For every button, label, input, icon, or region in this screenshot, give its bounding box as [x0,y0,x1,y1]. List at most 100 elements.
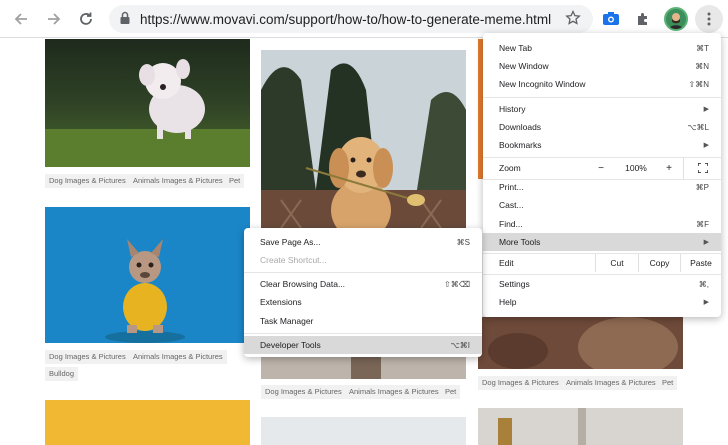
submenu-item-developer-tools[interactable]: Developer Tools ⌥⌘I [244,336,482,354]
menu-item-label: Task Manager [260,316,314,326]
edit-cut-button[interactable]: Cut [595,254,638,272]
menu-item-new-tab[interactable]: New Tab ⌘T [483,39,721,57]
menu-item-edit: Edit Cut Copy Paste [483,254,721,272]
zoom-level: 100% [625,163,647,173]
menu-item-more-tools[interactable]: More Tools ▶ [483,233,721,251]
submenu-arrow-icon: ▶ [703,239,709,246]
submenu-item-extensions[interactable]: Extensions [244,293,482,311]
photo-golden-retriever[interactable] [261,50,466,228]
three-dots-vertical-icon [707,12,711,26]
chrome-main-menu: New Tab ⌘T New Window ⌘N New Incognito W… [483,33,721,317]
chrome-menu-button[interactable] [695,5,723,33]
submenu-arrow-icon: ▶ [703,299,709,306]
menu-item-zoom: Zoom − 100% + [483,157,721,179]
submenu-item-clear-browsing-data[interactable]: Clear Browsing Data... ⇧⌘⌫ [244,275,482,293]
photo-tag[interactable]: Pet [225,174,245,188]
menu-item-settings[interactable]: Settings ⌘, [483,275,721,293]
submenu-arrow-icon: ▶ [703,106,709,113]
menu-item-history[interactable]: History ▶ [483,100,721,118]
menu-item-downloads[interactable]: Downloads ⌥⌘L [483,118,721,136]
photo-room-partial[interactable] [478,408,683,445]
photo-tag[interactable]: Animals Images & Pictures [345,385,443,399]
edit-paste-button[interactable]: Paste [680,254,721,272]
address-bar[interactable]: https://www.movavi.com/support/how-to/ho… [109,5,593,33]
menu-item-label: Find... [499,219,523,229]
photo-light-partial[interactable] [261,417,466,445]
menu-shortcut: ⌘T [696,43,709,53]
camera-extension-icon[interactable] [600,8,622,30]
menu-item-label: Developer Tools [260,340,321,350]
photo-tag[interactable]: Bulldog [45,367,79,381]
menu-item-label: Print... [499,182,524,192]
photo-tag[interactable]: Animals Images & Pictures [562,376,660,390]
back-button[interactable] [9,7,33,31]
photo-tag[interactable]: Pet [658,376,678,390]
menu-shortcut: ⌥⌘I [450,340,470,350]
menu-item-label: Clear Browsing Data... [260,279,346,289]
menu-item-label: New Incognito Window [499,79,586,89]
submenu-arrow-icon: ▶ [703,142,709,149]
photo-dog-partial[interactable] [261,357,466,379]
fullscreen-icon [697,163,708,173]
url-text: https://www.movavi.com/support/how-to/ho… [140,12,552,27]
menu-shortcut: ⌘P [695,182,709,192]
photo-white-poodle[interactable] [45,39,250,167]
bookmark-star-icon[interactable] [565,9,581,31]
menu-shortcut: ⌘S [456,237,470,247]
lock-icon [119,11,131,30]
menu-item-print[interactable]: Print... ⌘P [483,178,721,196]
menu-item-label: New Window [499,61,549,71]
menu-item-label: Zoom [499,163,521,173]
reload-icon [80,12,92,25]
zoom-controls: − 100% + [585,157,721,179]
menu-shortcut: ⌘, [698,279,709,289]
menu-item-label: Save Page As... [260,237,321,247]
photo-tag[interactable]: Animals Images & Pictures [129,350,227,364]
forward-arrow-icon [48,13,61,25]
menu-shortcut: ⇧⌘⌫ [443,279,470,289]
photo-french-bulldog[interactable] [45,207,250,343]
menu-item-label: Cast... [499,200,524,210]
back-arrow-icon [14,13,27,25]
photo-tag[interactable]: Dog Images & Pictures [261,385,346,399]
menu-item-label: Settings [499,279,530,289]
menu-item-label: Help [499,297,517,307]
menu-separator [244,272,482,273]
zoom-out-button[interactable]: − [585,163,617,174]
submenu-item-create-shortcut: Create Shortcut... [244,251,482,269]
menu-item-new-incognito-window[interactable]: New Incognito Window ⇧⌘N [483,75,721,93]
photo-tag[interactable]: Dog Images & Pictures [45,174,130,188]
submenu-item-task-manager[interactable]: Task Manager [244,312,482,330]
reload-button[interactable] [74,7,98,31]
menu-item-label: More Tools [499,237,541,247]
profile-avatar[interactable] [664,7,688,31]
menu-item-new-window[interactable]: New Window ⌘N [483,57,721,75]
menu-item-label: New Tab [499,43,532,53]
photo-tag[interactable]: Pet [441,385,461,399]
photo-tag[interactable]: Animals Images & Pictures [129,174,227,188]
menu-item-label: History [499,104,526,114]
extensions-puzzle-icon[interactable] [632,8,654,30]
menu-separator [244,333,482,334]
menu-item-label: Edit [499,258,514,268]
photo-cat-partial[interactable] [478,317,683,369]
menu-shortcut: ⌥⌘L [687,122,709,132]
photo-tag[interactable]: Dog Images & Pictures [45,350,130,364]
photo-yellow-background[interactable] [45,400,250,445]
menu-shortcut: ⌘N [695,61,709,71]
menu-shortcut: ⇧⌘N [688,79,709,89]
menu-item-label: Create Shortcut... [260,255,327,265]
zoom-in-button[interactable]: + [655,163,683,174]
edit-copy-button[interactable]: Copy [638,254,680,272]
photo-tag[interactable]: Dog Images & Pictures [478,376,563,390]
menu-item-label: Extensions [260,297,302,307]
menu-item-cast[interactable]: Cast... [483,196,721,214]
forward-button[interactable] [42,7,66,31]
menu-item-label: Bookmarks [499,140,542,150]
fullscreen-button[interactable] [683,157,721,179]
menu-item-find[interactable]: Find... ⌘F [483,215,721,233]
submenu-item-save-page-as[interactable]: Save Page As... ⌘S [244,233,482,251]
menu-item-help[interactable]: Help ▶ [483,293,721,311]
menu-item-bookmarks[interactable]: Bookmarks ▶ [483,136,721,154]
menu-shortcut: ⌘F [696,219,709,229]
